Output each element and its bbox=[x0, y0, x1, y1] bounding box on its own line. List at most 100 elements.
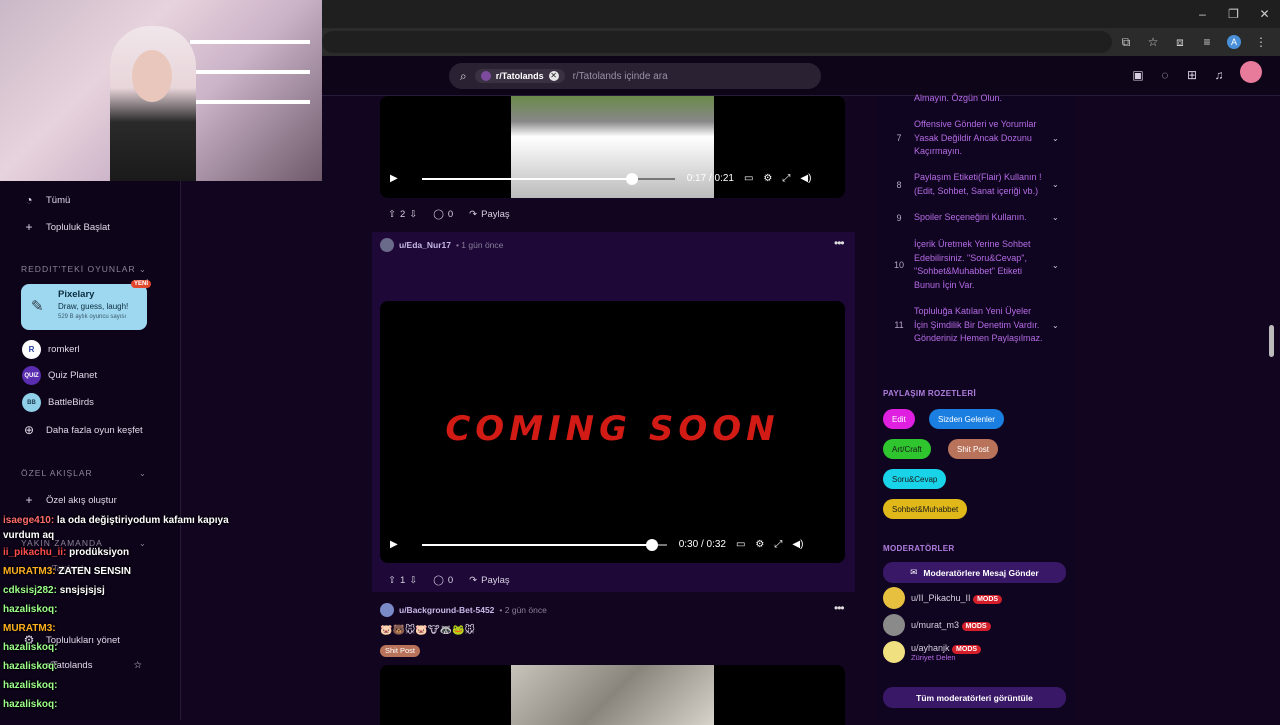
upvote-icon[interactable]: ⇧ bbox=[388, 209, 396, 220]
flair-badge[interactable]: Shit Post bbox=[948, 439, 999, 459]
chevron-down-icon: ⌄ bbox=[138, 468, 147, 478]
sidebar-item-all[interactable]: ◔ Tümü bbox=[22, 193, 70, 207]
rule-item[interactable]: Almayın. Özgün Olun. bbox=[884, 92, 1064, 106]
profile-avatar[interactable]: A bbox=[1227, 35, 1241, 49]
maximize-button[interactable]: ❐ bbox=[1218, 0, 1249, 28]
moderator-item[interactable]: u/II_Pikachu_II MODS bbox=[883, 587, 1003, 609]
media-icon[interactable]: ≡ bbox=[1200, 35, 1214, 49]
more-options-icon[interactable]: ••• bbox=[834, 601, 845, 615]
plus-icon: + bbox=[25, 493, 33, 507]
games-section-title[interactable]: REDDIT'TEKİ OYUNLAR ⌄ bbox=[21, 264, 147, 275]
play-icon[interactable]: ▶ bbox=[390, 173, 398, 184]
vote-count: 1 bbox=[399, 575, 406, 586]
view-all-mods-button[interactable]: Tüm moderatörleri görüntüle bbox=[883, 687, 1066, 708]
chat-username: MURATM3: bbox=[3, 566, 56, 577]
notifications-icon[interactable]: ♫ bbox=[1213, 68, 1225, 82]
post-author[interactable]: u/Background-Bet-5452 bbox=[399, 605, 494, 615]
rule-item[interactable]: 10 İçerik Üretmek Yerine Sohbet Edebilirs… bbox=[884, 238, 1064, 292]
comments-button[interactable]: ◯ 0 bbox=[429, 573, 457, 588]
rule-item[interactable]: 11 Topluluğa Katılan Yeni Üyeler İçin Şim… bbox=[884, 305, 1064, 346]
flair-badge[interactable]: Sohbet&Muhabbet bbox=[883, 499, 968, 519]
video-controls: ▶ 0:30 / 0:32 ▭ ⚙ ⤢ ◀) bbox=[390, 538, 803, 551]
pixelary-card[interactable]: ✎ Pixelary Draw, guess, laugh! 529 B ayl… bbox=[21, 280, 151, 330]
chat-username: hazaliskoq: bbox=[3, 604, 58, 615]
moderator-item[interactable]: u/ayhanjk MODS Züriyet Delen bbox=[883, 641, 982, 663]
create-custom-feed[interactable]: + Özel akış oluştur bbox=[22, 493, 116, 507]
address-bar[interactable] bbox=[322, 31, 1112, 53]
moderator-info: u/ayhanjk MODS Züriyet Delen bbox=[911, 643, 982, 662]
sidebar-item-start-community[interactable]: + Topluluk Başlat bbox=[22, 220, 109, 234]
upvote-icon[interactable]: ⇧ bbox=[388, 575, 396, 586]
moderator-item[interactable]: u/murat_m3 MODS bbox=[883, 614, 991, 636]
comment-icon: ◯ bbox=[433, 209, 444, 220]
search-community-chip[interactable]: r/Tatolands ✕ bbox=[474, 69, 565, 83]
video-player[interactable] bbox=[380, 665, 845, 725]
user-avatar[interactable] bbox=[380, 238, 394, 252]
header-actions: ▣ ◌ ⊞ ♫ bbox=[1132, 61, 1262, 83]
fullscreen-icon[interactable]: ⤢ bbox=[774, 539, 782, 550]
post-header: u/Eda_Nur17 • 1 gün önce bbox=[380, 238, 503, 252]
post-author[interactable]: u/Eda_Nur17 bbox=[399, 240, 451, 250]
game-item-battlebirds[interactable]: BB BattleBirds bbox=[22, 393, 94, 412]
ads-icon[interactable]: ▣ bbox=[1132, 68, 1144, 82]
chat-text: snsjsjsjsj bbox=[56, 585, 105, 596]
chevron-down-icon: ⌄ bbox=[138, 264, 147, 274]
gamepad-icon: ⊕ bbox=[23, 423, 35, 437]
discover-more-games[interactable]: ⊕ Daha fazla oyun keşfet bbox=[22, 423, 143, 437]
flair-badge[interactable]: Sizden Gelenler bbox=[929, 409, 1004, 429]
flair-badge[interactable]: Art/Craft bbox=[883, 439, 931, 459]
rule-text: Almayın. Özgün Olun. bbox=[914, 93, 1003, 103]
extensions-icon[interactable]: ⧈ bbox=[1173, 35, 1187, 50]
vote-control: ⇧ 1 ⇩ bbox=[384, 573, 421, 588]
clear-chip-icon[interactable]: ✕ bbox=[548, 71, 559, 81]
chart-icon: ◔ bbox=[25, 193, 33, 207]
menu-kebab-icon[interactable]: ⋮ bbox=[1254, 35, 1268, 49]
share-button[interactable]: ↷ Paylaş bbox=[465, 207, 513, 222]
video-progress-bar[interactable] bbox=[421, 538, 667, 551]
progress-knob[interactable] bbox=[646, 538, 658, 551]
volume-icon[interactable]: ◀) bbox=[792, 539, 803, 550]
more-options-icon[interactable]: ••• bbox=[834, 236, 845, 250]
chat-icon[interactable]: ◌ bbox=[1159, 68, 1171, 82]
captions-icon[interactable]: ▭ bbox=[736, 539, 745, 550]
downvote-icon[interactable]: ⇩ bbox=[409, 209, 417, 220]
game-item-quiz-planet[interactable]: QUIZ Quiz Planet bbox=[22, 366, 97, 385]
custom-feeds-title[interactable]: ÖZEL AKIŞLAR ⌄ bbox=[21, 468, 147, 479]
page-scrollbar[interactable] bbox=[1269, 325, 1274, 357]
moderator-avatar bbox=[883, 641, 905, 663]
moderator-flair: Züriyet Delen bbox=[911, 652, 956, 662]
flair-badge[interactable]: Edit bbox=[883, 409, 915, 429]
user-avatar[interactable] bbox=[1240, 61, 1262, 83]
vote-control: ⇧ 2 ⇩ bbox=[384, 207, 421, 222]
bookmark-star-icon[interactable]: ☆ bbox=[1146, 35, 1160, 49]
settings-icon[interactable]: ⚙ bbox=[763, 173, 772, 184]
settings-icon[interactable]: ⚙ bbox=[755, 539, 764, 550]
install-icon[interactable]: ⧉ bbox=[1119, 35, 1133, 50]
rule-item[interactable]: 9 Spoiler Seçeneğini Kullanın. ⌄ bbox=[884, 211, 1064, 225]
user-avatar[interactable] bbox=[380, 603, 394, 617]
comments-button[interactable]: ◯ 0 bbox=[429, 207, 457, 222]
flair-badge[interactable]: Soru&Cevap bbox=[883, 469, 947, 489]
volume-icon[interactable]: ◀) bbox=[800, 173, 811, 184]
video-player[interactable]: COMING SOON bbox=[380, 301, 845, 563]
moderator-avatar bbox=[883, 614, 905, 636]
play-icon[interactable]: ▶ bbox=[390, 539, 398, 550]
search-bar[interactable]: ⌕ r/Tatolands ✕ r/Tatolands içinde ara bbox=[449, 63, 821, 89]
video-progress-bar[interactable] bbox=[421, 172, 675, 185]
game-item-romkerl[interactable]: R romkerl bbox=[22, 340, 80, 359]
rule-item[interactable]: 8 Paylaşım Etiketi(Flair) Kullanın ! (Edi… bbox=[884, 171, 1064, 198]
search-input[interactable]: r/Tatolands içinde ara bbox=[573, 71, 668, 82]
progress-knob[interactable] bbox=[625, 172, 638, 185]
share-button[interactable]: ↷ Paylaş bbox=[465, 573, 513, 588]
rule-item[interactable]: 7 Offensive Gönderi ve Yorumlar Yasak Değ… bbox=[884, 118, 1064, 159]
post-flair[interactable]: Shit Post bbox=[380, 645, 421, 657]
community-avatar bbox=[480, 71, 491, 81]
create-post-icon[interactable]: ⊞ bbox=[1186, 68, 1198, 82]
fullscreen-icon[interactable]: ⤢ bbox=[782, 173, 790, 184]
captions-icon[interactable]: ▭ bbox=[744, 173, 753, 184]
downvote-icon[interactable]: ⇩ bbox=[409, 575, 417, 586]
close-window-button[interactable]: ✕ bbox=[1249, 0, 1280, 28]
minimize-button[interactable]: – bbox=[1187, 0, 1218, 28]
message-mods-button[interactable]: ✉ Moderatörlere Mesaj Gönder bbox=[883, 562, 1066, 583]
game-label: romkerl bbox=[48, 344, 80, 355]
